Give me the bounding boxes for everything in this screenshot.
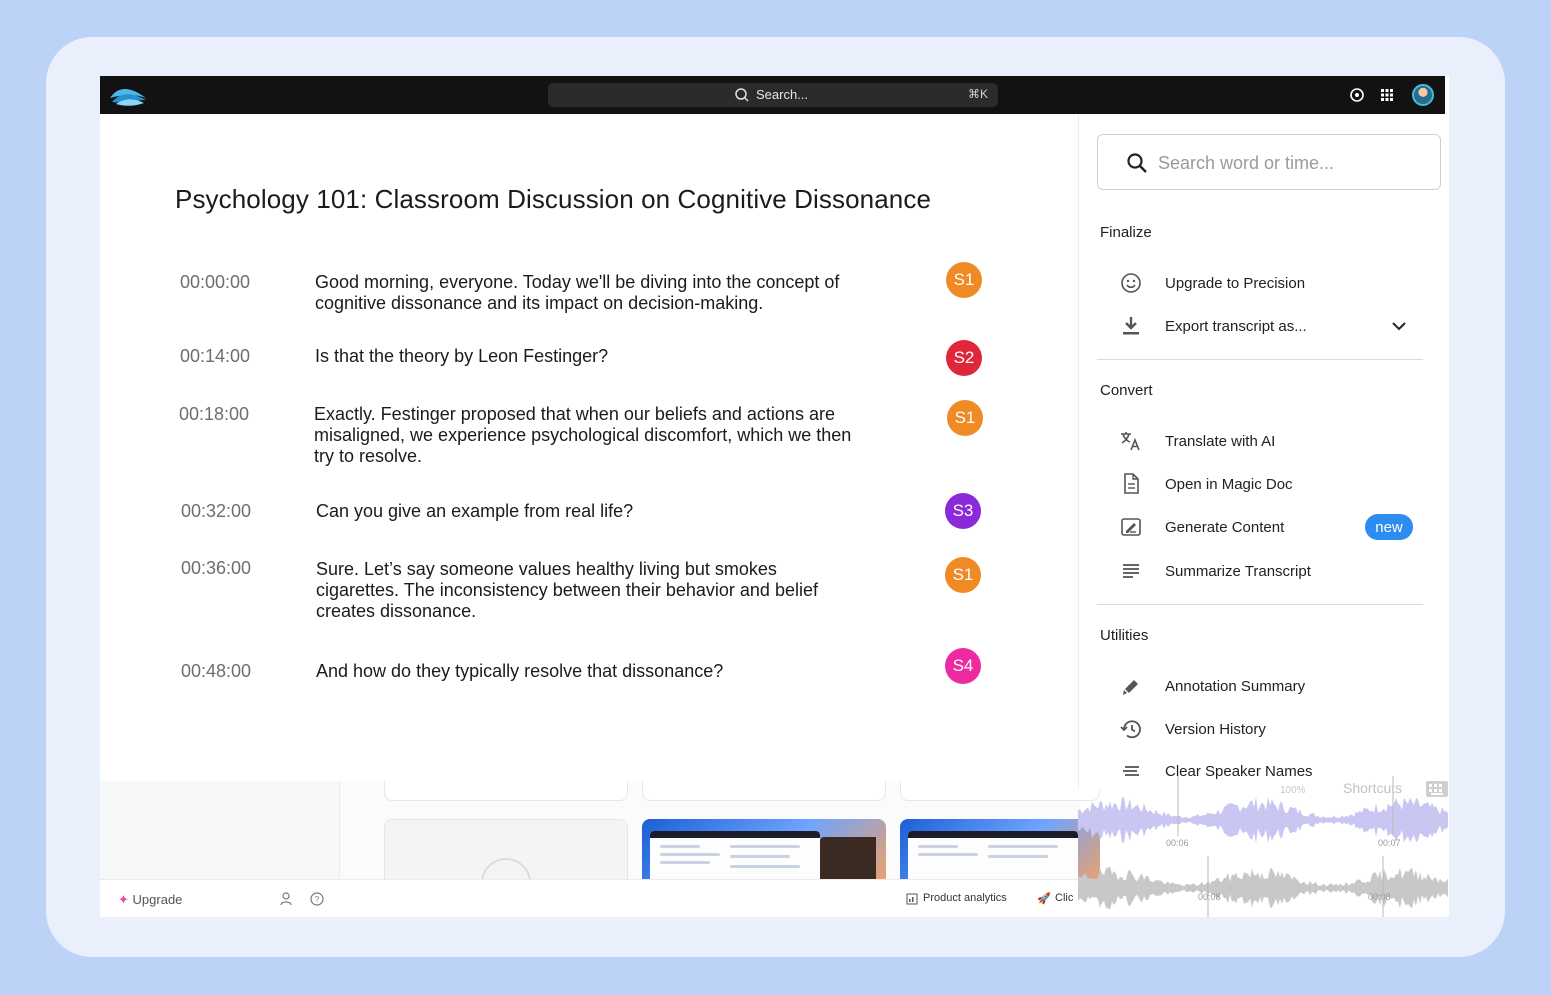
analytics-icon [906,893,918,905]
add-circle-icon[interactable] [1348,86,1366,104]
top-bar: Search... ⌘K [100,76,1445,114]
transcript-title: Psychology 101: Classroom Discussion on … [175,184,932,214]
timestamp[interactable]: 00:14:00 [180,346,250,367]
background-bottom-bar: ✦ Upgrade ? Product analytics 🚀 Clic [100,879,1080,917]
translate-item[interactable]: Translate with AI [1097,425,1427,457]
divider [1097,359,1423,360]
apps-grid-icon[interactable] [1378,86,1396,104]
lines-icon [1123,564,1139,578]
rocket-icon: 🚀 [1037,893,1051,905]
upgrade-label: Upgrade [132,892,183,907]
product-analytics-link[interactable]: Product analytics [923,892,1007,904]
utterance-text[interactable]: Sure. Let’s say someone values healthy l… [316,559,856,622]
version-history-item[interactable]: Version History [1097,713,1427,745]
utterance-text[interactable]: And how do they typically resolve that d… [316,661,876,682]
translate-icon [1121,432,1140,451]
global-search[interactable]: Search... ⌘K [548,83,998,107]
audio-waveform[interactable]: 00:06 00:07 00:08 00:08 [1078,776,1449,917]
upgrade-precision-label: Upgrade to Precision [1165,275,1306,292]
chevron-down-icon[interactable] [1389,316,1409,336]
waveform-tick-label: 00:06 [1166,838,1189,848]
timestamp[interactable]: 00:36:00 [181,558,251,579]
waveform-tick-label: 00:08 [1198,892,1221,902]
shortcuts-label[interactable]: Shortcuts [1343,780,1402,796]
background-card [642,781,886,801]
background-card [384,781,628,801]
shortcut-hint: ⌘K [967,87,988,101]
utterance-text[interactable]: Exactly. Festinger proposed that when ou… [314,404,874,467]
user-avatar[interactable] [1412,84,1434,106]
summarize-label: Summarize Transcript [1165,563,1311,580]
magic-doc-item[interactable]: Open in Magic Doc [1097,468,1427,500]
upgrade-precision-item[interactable]: Upgrade to Precision [1097,267,1427,299]
background-clip-text: Clic [1055,892,1074,904]
search-icon [1127,153,1147,173]
magic-doc-label: Open in Magic Doc [1165,476,1293,493]
export-transcript-item[interactable]: Export transcript as... [1097,310,1427,342]
speaker-badge[interactable]: S1 [947,400,983,436]
app-window: Search... ⌘K Psychology 101: Classroom D… [100,76,1449,917]
generate-icon [1121,518,1141,536]
speaker-badge[interactable]: S2 [946,340,982,376]
transcript-search[interactable] [1097,134,1441,190]
translate-label: Translate with AI [1165,433,1276,450]
annotation-summary-label: Annotation Summary [1165,678,1306,695]
utterance-text[interactable]: Can you give an example from real life? [316,501,876,522]
divider [1097,604,1423,605]
timestamp[interactable]: 00:18:00 [179,404,249,425]
speaker-badge[interactable]: S4 [945,648,981,684]
speaker-badge[interactable]: S1 [946,262,982,298]
waveform-tick-label: 00:07 [1378,838,1401,848]
global-search-placeholder: Search... [756,87,809,102]
background-card [900,781,1100,801]
download-icon [1123,317,1139,335]
utilities-heading: Utilities [1100,627,1149,644]
svg-text:?: ? [315,895,320,904]
timestamp[interactable]: 00:48:00 [181,661,251,682]
version-history-label: Version History [1165,721,1266,738]
waveform-tick-label: 00:08 [1368,892,1391,902]
upgrade-link[interactable]: ✦ Upgrade [118,892,182,908]
document-icon [1124,473,1139,494]
export-transcript-label: Export transcript as... [1165,318,1307,335]
waveform-band [1078,866,1448,910]
app-logo[interactable] [108,82,148,108]
speaker-badge[interactable]: S1 [945,557,981,593]
history-icon [1120,720,1141,739]
new-badge: new [1365,514,1413,540]
help-icon[interactable]: ? [309,891,325,907]
user-add-icon[interactable] [279,891,295,907]
timestamp[interactable]: 00:00:00 [180,272,250,293]
summarize-item[interactable]: Summarize Transcript [1097,555,1427,587]
keyboard-icon[interactable] [1425,779,1449,799]
convert-heading: Convert [1100,382,1153,399]
search-icon [735,88,749,102]
highlighter-icon [1123,680,1138,695]
zoom-level: 100% [1280,785,1306,796]
transcript-search-input[interactable] [1158,149,1428,177]
tools-panel: Finalize Upgrade to Precision Export tra… [1078,114,1449,790]
annotation-summary-item[interactable]: Annotation Summary [1097,670,1427,702]
timestamp[interactable]: 00:32:00 [181,501,251,522]
utterance-text[interactable]: Good morning, everyone. Today we'll be d… [315,272,875,314]
finalize-heading: Finalize [1100,224,1152,241]
speaker-badge[interactable]: S3 [945,493,981,529]
generate-content-label: Generate Content [1165,519,1285,536]
utterance-text[interactable]: Is that the theory by Leon Festinger? [315,346,875,367]
generate-content-item[interactable]: Generate Content new [1097,511,1427,543]
smiley-icon [1121,273,1141,293]
